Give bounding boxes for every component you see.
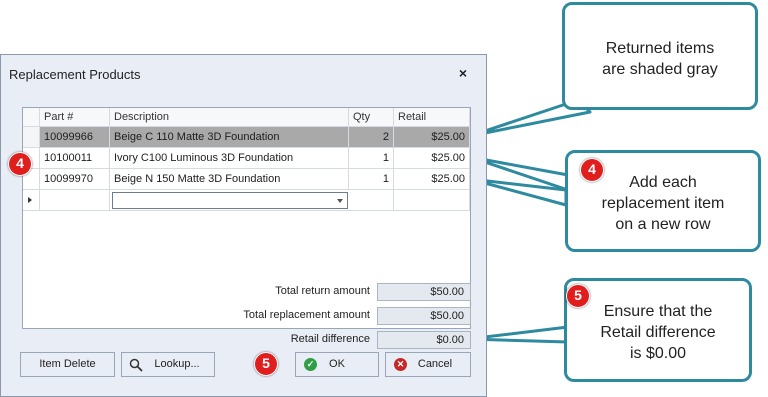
retail-cell[interactable]: $25.00 (394, 169, 470, 190)
retail-cell[interactable]: $25.00 (394, 127, 470, 148)
column-header-retail[interactable]: Retail (394, 108, 470, 127)
ok-button[interactable]: ✓ OK (295, 352, 379, 377)
item-delete-button[interactable]: Item Delete (20, 352, 115, 377)
qty-cell[interactable]: 2 (349, 127, 394, 148)
check-circle-icon: ✓ (304, 358, 317, 371)
lookup-button[interactable]: Lookup... (121, 352, 215, 377)
table-row[interactable]: 10099970 Beige N 150 Matte 3D Foundation… (23, 169, 470, 190)
retail-difference-value: $0.00 (377, 331, 471, 349)
lookup-button-label: Lookup... (154, 358, 200, 370)
part-cell[interactable] (40, 190, 110, 211)
description-cell[interactable]: Ivory C100 Luminous 3D Foundation (110, 148, 349, 169)
caret-right-icon (28, 197, 32, 203)
callout-ensure-line3: is $0.00 (629, 345, 687, 362)
callout-returned-items: Returned items are shaded gray (562, 2, 758, 110)
step-badge-5: 5 (566, 284, 590, 308)
table-row[interactable]: 10099966 Beige C 110 Matte 3D Foundation… (23, 127, 470, 148)
x-circle-icon: ✕ (394, 358, 407, 371)
callout-ensure-difference: Ensure that the Retail difference is $0.… (564, 278, 752, 382)
total-replacement-value: $50.00 (377, 307, 471, 325)
table-row[interactable]: 10100011 Ivory C100 Luminous 3D Foundati… (23, 148, 470, 169)
chevron-down-icon[interactable] (337, 199, 343, 203)
step-badge-5-ok: 5 (254, 352, 278, 376)
search-icon (129, 358, 143, 372)
retail-difference-label: Retail difference (290, 333, 370, 345)
callout-add-line2: replacement item (601, 195, 725, 212)
qty-cell[interactable]: 1 (349, 169, 394, 190)
part-cell[interactable]: 10099970 (40, 169, 110, 190)
close-icon[interactable]: × (456, 66, 470, 80)
qty-cell[interactable] (349, 190, 394, 211)
row-indicator-cell (23, 190, 40, 211)
total-return-label: Total return amount (275, 285, 370, 297)
cancel-button[interactable]: ✕ Cancel (385, 352, 471, 377)
callout-ensure-line2: Retail difference (600, 324, 716, 341)
description-cell[interactable]: Beige N 150 Matte 3D Foundation (110, 169, 349, 190)
callout-returned-line1: Returned items (605, 40, 715, 57)
callout-ensure-line1: Ensure that the (603, 303, 713, 320)
description-cell[interactable]: Beige C 110 Matte 3D Foundation (110, 127, 349, 148)
column-header-part[interactable]: Part # (40, 108, 110, 127)
grid-header: Part # Description Qty Retail (23, 108, 470, 129)
callout-returned-line2: are shaded gray (602, 61, 718, 78)
cancel-button-label: Cancel (417, 358, 453, 370)
callout-add-line3: on a new row (615, 216, 711, 233)
new-item-row[interactable] (23, 190, 470, 211)
part-cell[interactable]: 10099966 (40, 127, 110, 148)
ok-button-label: OK (329, 358, 345, 370)
part-cell[interactable]: 10100011 (40, 148, 110, 169)
retail-cell[interactable]: $25.00 (394, 148, 470, 169)
total-return-value: $50.00 (377, 283, 471, 301)
step-badge-4: 4 (580, 158, 604, 182)
retail-cell[interactable] (394, 190, 470, 211)
column-header-description[interactable]: Description (110, 108, 349, 127)
total-replacement-label: Total replacement amount (243, 309, 370, 321)
dialog-title: Replacement Products (9, 67, 141, 82)
qty-cell[interactable]: 1 (349, 148, 394, 169)
column-header-qty[interactable]: Qty (349, 108, 394, 127)
replacement-products-dialog: Replacement Products × Part # Descriptio… (0, 54, 487, 397)
description-dropdown-editor[interactable] (112, 192, 348, 209)
dialog-titlebar: Replacement Products × (1, 55, 486, 93)
step-badge-4-grid: 4 (8, 152, 32, 176)
row-indicator-cell (23, 127, 40, 148)
header-indicator-cell (23, 108, 40, 127)
